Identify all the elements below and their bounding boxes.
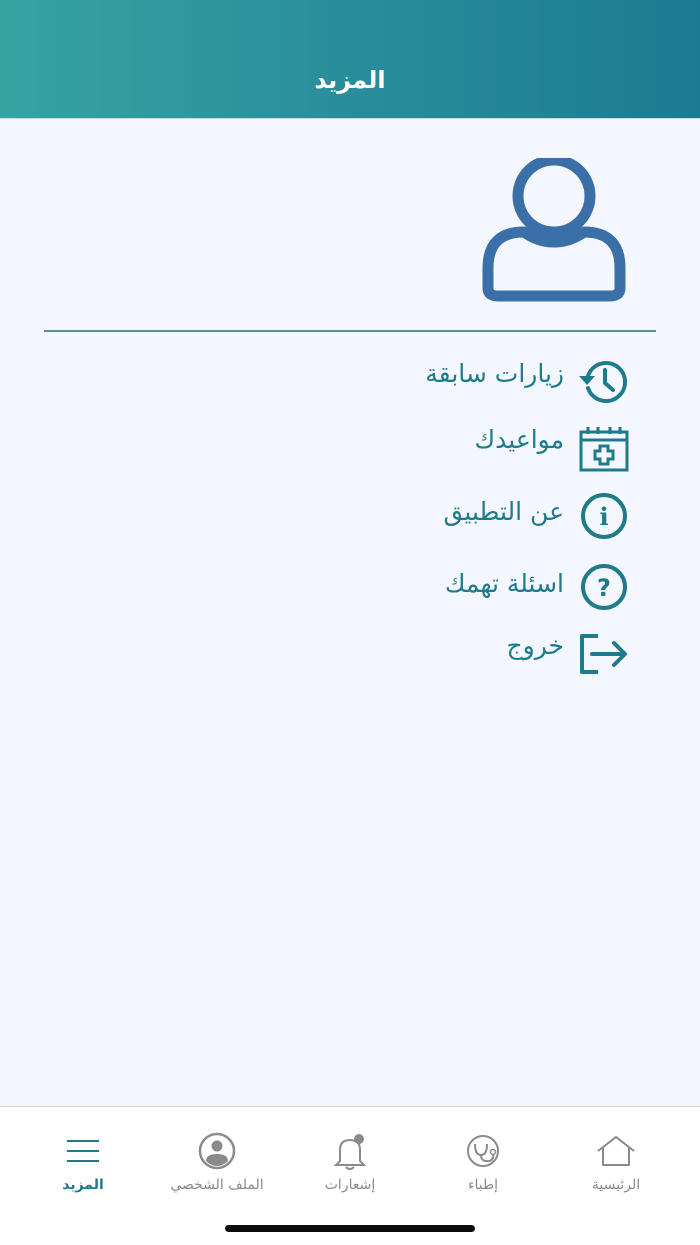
menu-item-label: اسئلة تهمك (444, 569, 564, 598)
menu-item-label: عن التطبيق (443, 497, 564, 526)
svg-text:i: i (599, 502, 608, 531)
info-icon: i (581, 493, 627, 539)
question-icon: ? (581, 564, 627, 610)
logout-icon (580, 634, 627, 674)
tab-label: إطباء (467, 1177, 499, 1193)
page-title: المزيد (314, 66, 386, 94)
tab-label: إشعارات (324, 1177, 376, 1193)
menu-item-appointments[interactable]: مواعيدك (232, 418, 632, 474)
tab-profile[interactable]: الملف الشخصي (147, 1107, 287, 1207)
tab-label: الملف الشخصي (170, 1177, 264, 1193)
calendar-add-icon (579, 427, 629, 472)
home-icon (597, 1136, 635, 1166)
menu-item-label: مواعيدك (474, 425, 564, 454)
menu-icon (67, 1140, 99, 1162)
tab-notifications[interactable]: إشعارات (280, 1107, 420, 1207)
tab-label: المزيد (62, 1177, 104, 1193)
svg-text:?: ? (597, 574, 611, 602)
home-indicator[interactable] (225, 1225, 475, 1232)
tab-home[interactable]: الرئيسية (546, 1107, 686, 1207)
menu-item-faq[interactable]: ? اسئلة تهمك (232, 560, 632, 616)
profile-icon (198, 1132, 236, 1170)
menu-item-about-app[interactable]: i عن التطبيق (232, 488, 632, 544)
stethoscope-icon (467, 1135, 499, 1167)
tab-label: الرئيسية (591, 1177, 641, 1193)
menu-item-label: زيارات سابقة (425, 359, 564, 388)
menu-item-label: خروج (506, 631, 564, 660)
tab-doctors[interactable]: إطباء (413, 1107, 553, 1207)
user-avatar-icon (482, 158, 626, 302)
header-divider (0, 118, 700, 119)
history-icon (579, 361, 628, 403)
header-bar: المزيد (0, 0, 700, 118)
profile-divider (44, 330, 656, 332)
bell-icon (333, 1134, 367, 1170)
menu-item-previous-visits[interactable]: زيارات سابقة (232, 350, 632, 406)
menu-item-logout[interactable]: خروج (232, 626, 632, 682)
tab-more[interactable]: المزيد (13, 1107, 153, 1207)
